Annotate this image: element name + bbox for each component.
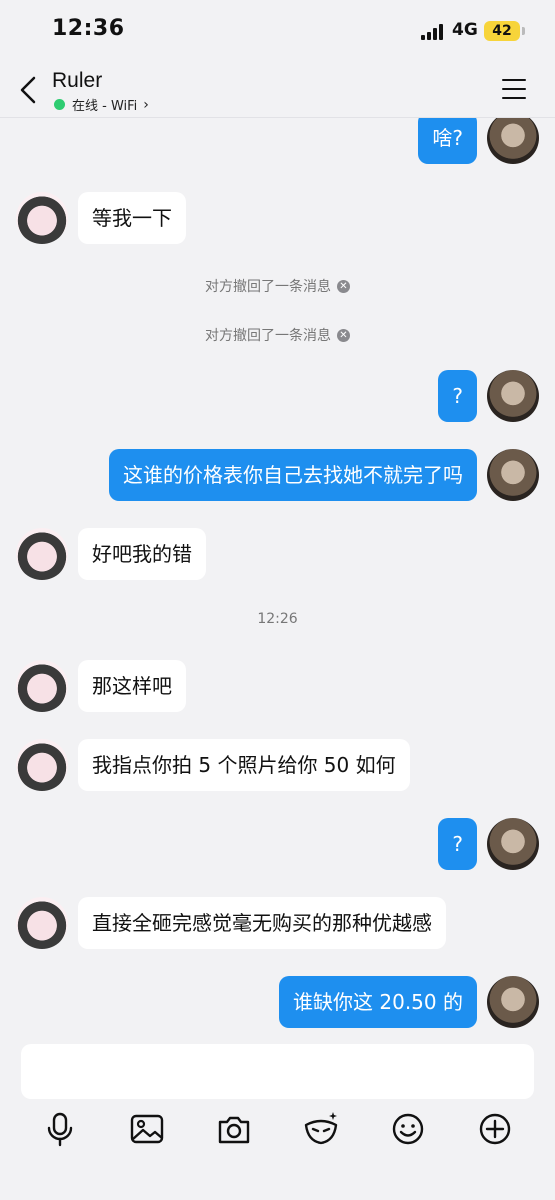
- camera-icon: [218, 1116, 250, 1144]
- message-bubble-outgoing[interactable]: 啥?: [418, 118, 477, 164]
- voice-button[interactable]: [40, 1109, 80, 1149]
- emoji-button[interactable]: [388, 1109, 428, 1149]
- composer-toolbar: [0, 1109, 555, 1149]
- recall-notice: 对方撤回了一条消息 ✕: [0, 325, 555, 345]
- message-bubble-outgoing[interactable]: ?: [438, 818, 477, 870]
- presence-label: 在线 - WiFi: [72, 99, 138, 114]
- timestamp-text: 12:26: [257, 611, 298, 627]
- camera-button[interactable]: [214, 1109, 254, 1149]
- menu-button[interactable]: [502, 79, 526, 99]
- message-bubble-outgoing[interactable]: ?: [438, 370, 477, 422]
- avatar[interactable]: [16, 192, 68, 244]
- avatar[interactable]: [16, 528, 68, 580]
- image-icon: [130, 1114, 164, 1144]
- avatar[interactable]: [487, 370, 539, 422]
- recall-notice: 对方撤回了一条消息 ✕: [0, 276, 555, 296]
- contact-name: Ruler: [52, 69, 103, 92]
- effects-button[interactable]: [301, 1109, 341, 1149]
- microphone-icon: [47, 1112, 73, 1147]
- timestamp: 12:26: [0, 611, 555, 627]
- signal-icon: [421, 24, 445, 40]
- avatar[interactable]: [16, 897, 68, 949]
- presence-status[interactable]: 在线 - WiFi ›: [54, 95, 149, 114]
- avatar[interactable]: [16, 660, 68, 712]
- recall-notice-text: 对方撤回了一条消息: [205, 279, 331, 295]
- status-time: 12:36: [52, 16, 125, 41]
- image-button[interactable]: [127, 1109, 167, 1149]
- battery-icon: 42: [484, 21, 520, 41]
- message-list[interactable]: 啥? 等我一下 对方撤回了一条消息 ✕ 对方撤回了一条消息 ✕ ? 这谁的价格表…: [0, 118, 555, 1033]
- avatar[interactable]: [487, 118, 539, 164]
- status-bar: 12:36 4G 42: [0, 0, 555, 62]
- avatar[interactable]: [487, 976, 539, 1028]
- mask-effects-icon: [304, 1112, 338, 1145]
- network-type: 4G: [452, 20, 478, 40]
- plus-icon: [479, 1113, 511, 1145]
- close-circle-icon: ✕: [337, 328, 350, 342]
- message-bubble-incoming[interactable]: 好吧我的错: [78, 528, 206, 580]
- avatar[interactable]: [487, 818, 539, 870]
- online-dot-icon: [54, 99, 65, 110]
- chat-header: Ruler 在线 - WiFi ›: [0, 62, 555, 118]
- avatar[interactable]: [487, 449, 539, 501]
- chevron-left-icon: [20, 76, 36, 104]
- avatar[interactable]: [16, 739, 68, 791]
- back-button[interactable]: [14, 70, 44, 110]
- chevron-right-icon: ›: [143, 96, 149, 113]
- message-input[interactable]: [21, 1044, 534, 1099]
- battery-tip: [522, 27, 525, 35]
- emoji-icon: [392, 1113, 424, 1145]
- message-bubble-outgoing[interactable]: 这谁的价格表你自己去找她不就完了吗: [109, 449, 477, 501]
- message-bubble-incoming[interactable]: 那这样吧: [78, 660, 186, 712]
- message-bubble-incoming[interactable]: 直接全砸完感觉毫无购买的那种优越感: [78, 897, 446, 949]
- message-bubble-incoming[interactable]: 等我一下: [78, 192, 186, 244]
- composer: [0, 1033, 555, 1200]
- close-circle-icon: ✕: [337, 279, 350, 293]
- message-bubble-incoming[interactable]: 我指点你拍 5 个照片给你 50 如何: [78, 739, 410, 791]
- more-button[interactable]: [475, 1109, 515, 1149]
- recall-notice-text: 对方撤回了一条消息: [205, 328, 331, 344]
- message-bubble-outgoing[interactable]: 谁缺你这 20.50 的: [279, 976, 477, 1028]
